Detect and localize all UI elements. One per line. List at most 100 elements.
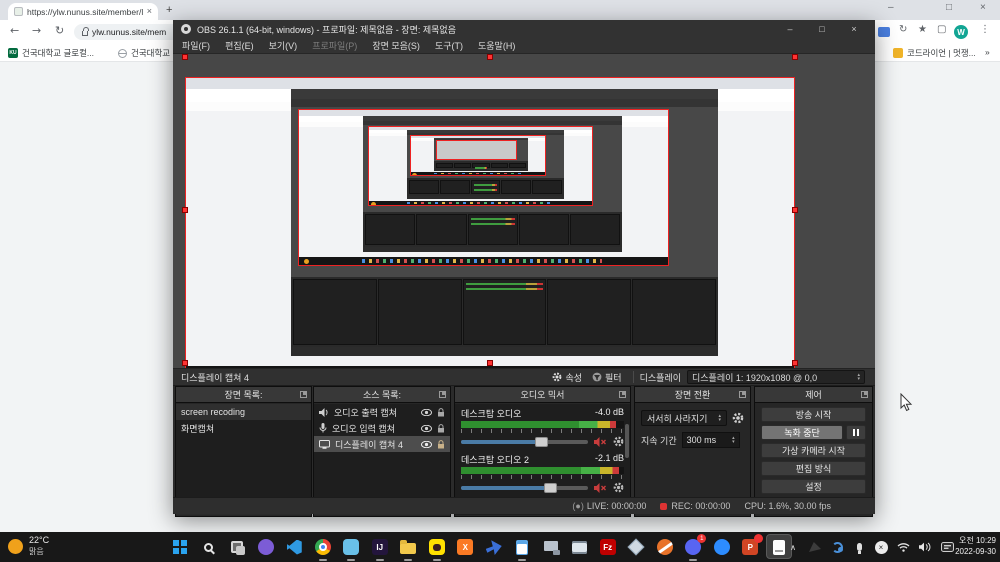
lock-icon[interactable] <box>437 439 445 449</box>
video-editor-taskbar-button[interactable] <box>565 532 594 562</box>
eye-icon[interactable] <box>421 424 432 432</box>
start-virtual-camera-button[interactable]: 가상 카메라 시작 <box>761 443 866 458</box>
browser-minimize-button[interactable]: – <box>888 2 894 13</box>
bookmark-konkuk[interactable]: 건국대학교 컴 <box>118 47 180 59</box>
wifi-icon[interactable] <box>896 540 910 554</box>
volume-icon[interactable] <box>918 540 932 554</box>
mute-speaker-icon[interactable] <box>594 482 607 493</box>
notepad-app-taskbar-button[interactable] <box>508 532 537 562</box>
scene-item[interactable]: 화면캡쳐 <box>176 420 311 436</box>
extension-blue-icon[interactable] <box>878 27 890 37</box>
source-item-selected[interactable]: 디스플레이 캡쳐 4 <box>314 436 450 452</box>
controls-header[interactable]: 제어 <box>755 387 872 403</box>
menu-profile[interactable]: 프로파일(P) <box>312 39 357 52</box>
browser-close-button[interactable]: × <box>980 2 986 13</box>
browser-tab[interactable]: https://ylw.nunus.site/member/l × <box>8 3 158 20</box>
bookmark-codelion[interactable]: 코드라이언 | 멋쟁... <box>893 47 976 59</box>
tab-close-icon[interactable]: × <box>147 7 152 16</box>
obs-minimize-button[interactable]: – <box>777 24 803 34</box>
filezilla-taskbar-button[interactable]: Fz <box>594 532 623 562</box>
new-tab-button[interactable]: + <box>166 4 172 16</box>
start-taskbar-button[interactable] <box>166 532 195 562</box>
virtualbox-taskbar-button[interactable] <box>622 532 651 562</box>
bookmarks-overflow-icon[interactable]: » <box>985 47 990 57</box>
start-streaming-button[interactable]: 방송 시작 <box>761 407 866 422</box>
ime-icon[interactable] <box>940 540 954 554</box>
channel-gear-icon[interactable] <box>613 436 624 447</box>
menu-edit[interactable]: 편집(E) <box>225 39 254 52</box>
zoom-taskbar-button[interactable] <box>708 532 737 562</box>
mixer-scrollbar[interactable] <box>625 424 629 458</box>
source-item[interactable]: 오디오 입력 캡쳐 <box>314 420 450 436</box>
browser-menu-icon[interactable]: ⋮ <box>980 24 990 35</box>
refresh-right-icon[interactable]: ↻ <box>899 24 907 35</box>
file-explorer-taskbar-button[interactable] <box>394 532 423 562</box>
forward-icon[interactable]: → <box>32 24 41 37</box>
kakaotalk-taskbar-button[interactable] <box>423 532 452 562</box>
transition-select[interactable]: 서서히 사라지기 ▴ ▾ <box>641 410 727 426</box>
xampp-taskbar-button[interactable]: X <box>451 532 480 562</box>
camera-app-taskbar-button[interactable] <box>252 532 281 562</box>
volume-slider[interactable] <box>461 436 588 447</box>
filters-button[interactable]: 필터 <box>587 370 627 385</box>
transition-gear-icon[interactable] <box>732 412 744 424</box>
menu-view[interactable]: 보기(V) <box>269 39 298 52</box>
orange-app-taskbar-button[interactable] <box>651 532 680 562</box>
sync-icon[interactable] <box>830 540 844 554</box>
teams-icon[interactable]: × <box>874 540 888 554</box>
stop-recording-button[interactable]: 녹화 중단 <box>761 425 843 440</box>
vscode-taskbar-button[interactable] <box>280 532 309 562</box>
browser-maximize-button[interactable]: □ <box>946 2 952 13</box>
panel-popout-icon <box>439 391 446 398</box>
obs-preview-canvas[interactable] <box>173 54 875 368</box>
lock-icon[interactable] <box>437 423 445 433</box>
obs-close-button[interactable]: × <box>841 24 867 34</box>
studio-mode-button[interactable]: 편집 방식 <box>761 461 866 476</box>
mixer-header[interactable]: 오디오 믹서 <box>455 387 630 403</box>
sidebar-icon[interactable]: ▢ <box>937 24 946 35</box>
weather-widget[interactable]: 22°C 맑음 <box>8 535 49 557</box>
task-view-taskbar-button[interactable] <box>223 532 252 562</box>
source-item[interactable]: 오디오 출력 캡쳐 <box>314 404 450 420</box>
properties-button[interactable]: 속성 <box>547 370 587 385</box>
chrome-taskbar-button[interactable] <box>309 532 338 562</box>
ku-favicon-icon: KU <box>8 48 18 58</box>
search-taskbar-button[interactable] <box>195 532 224 562</box>
powerpoint-taskbar-button[interactable]: P <box>736 532 765 562</box>
scene-item[interactable]: screen recoding <box>176 404 311 420</box>
sources-header[interactable]: 소스 목록: <box>314 387 450 403</box>
transitions-header[interactable]: 장면 전환 <box>635 387 750 403</box>
channel-gear-icon[interactable] <box>613 482 624 493</box>
discord-taskbar-button[interactable]: 1 <box>679 532 708 562</box>
duration-input[interactable]: 300 ms ▴ ▾ <box>681 432 740 448</box>
eye-icon[interactable] <box>421 440 432 448</box>
menu-file[interactable]: 파일(F) <box>182 39 210 52</box>
intellij-taskbar-button[interactable]: IJ <box>366 532 395 562</box>
profile-avatar[interactable]: W <box>954 25 968 39</box>
lock-icon[interactable] <box>437 407 445 417</box>
back-icon[interactable]: ← <box>10 24 19 37</box>
extensions-icon[interactable]: ★ <box>918 24 927 35</box>
menu-tools[interactable]: 도구(T) <box>435 39 463 52</box>
microphone-tray-icon[interactable] <box>852 540 866 554</box>
bookmark-ku[interactable]: KU 건국대학교 글로컬... <box>8 47 94 59</box>
refresh-icon[interactable]: ↻ <box>55 24 64 37</box>
scenes-header[interactable]: 장면 목록: <box>176 387 311 403</box>
blue-app-taskbar-button[interactable] <box>337 532 366 562</box>
settings-button[interactable]: 설정 <box>761 479 866 494</box>
menu-scene-collection[interactable]: 장면 모음(S) <box>372 39 420 52</box>
remote-desktop-taskbar-button[interactable] <box>537 532 566 562</box>
display-select[interactable]: 디스플레이 1: 1920x1080 @ 0,0 ▴ ▾ <box>687 370 865 384</box>
menu-help[interactable]: 도움말(H) <box>478 39 515 52</box>
blue-arrow-app-taskbar-button[interactable] <box>480 532 509 562</box>
obs-maximize-button[interactable]: □ <box>809 24 835 34</box>
tray-expand-icon[interactable]: ∧ <box>786 540 800 554</box>
eye-icon[interactable] <box>421 408 432 416</box>
taskbar-clock[interactable]: 오전 10:29 2022-09-30 <box>955 535 996 557</box>
volume-slider[interactable] <box>461 482 588 493</box>
pause-recording-button[interactable] <box>846 425 866 440</box>
display-capture-source[interactable] <box>185 77 795 368</box>
obs-titlebar[interactable]: OBS 26.1.1 (64-bit, windows) - 프로파일: 제목없… <box>173 20 875 38</box>
mute-speaker-icon[interactable] <box>594 436 607 447</box>
obs-tray-icon[interactable] <box>808 540 822 554</box>
